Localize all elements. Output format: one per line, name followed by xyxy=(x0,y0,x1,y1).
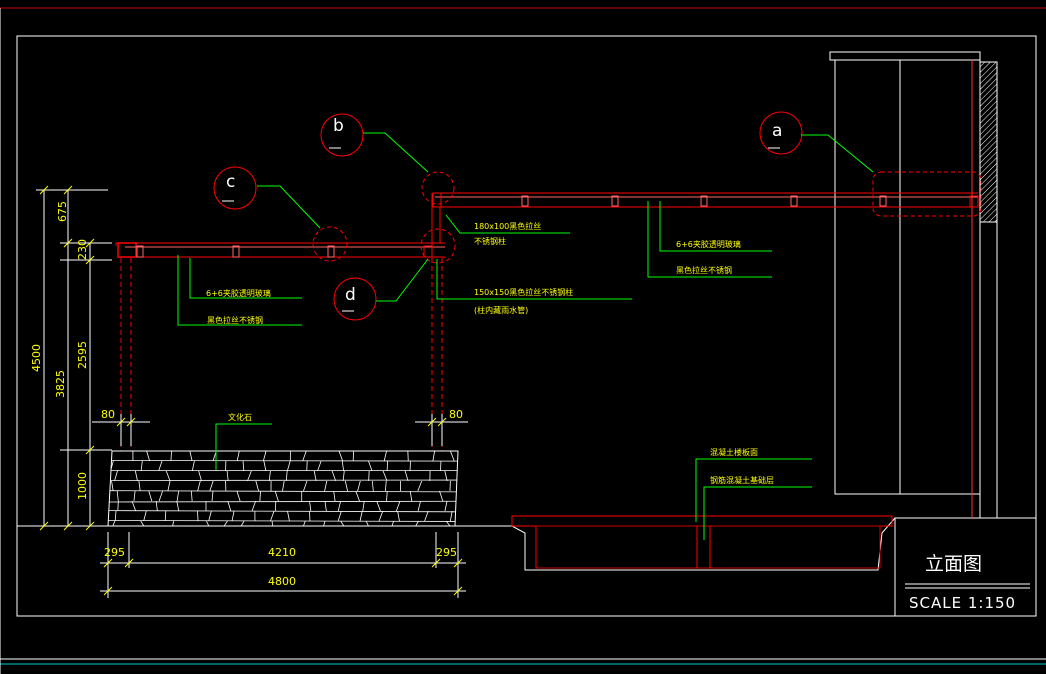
note-beam-mid-2: 不锈钢柱 xyxy=(474,236,506,246)
post-dimensions: 80 80 xyxy=(92,408,468,446)
note-glass-left: 6+6夹胶透明玻璃 xyxy=(206,288,271,298)
svg-text:b: b xyxy=(333,116,344,136)
detail-marker-b: b xyxy=(320,113,364,157)
dim-1000: 1000 xyxy=(76,472,89,500)
canopy-left xyxy=(115,193,445,258)
drawing-title: 立面图 xyxy=(925,553,982,575)
title-block: 立面图 SCALE 1:150 xyxy=(894,518,1030,616)
dim-post-right: 80 xyxy=(449,408,463,421)
detail-marker-c: c xyxy=(213,166,257,210)
dim-295-left: 295 xyxy=(104,546,125,559)
detail-marker-d: d xyxy=(333,277,377,321)
dim-230: 230 xyxy=(76,239,89,260)
building-wall xyxy=(829,51,998,518)
dim-2595: 2595 xyxy=(76,341,89,369)
sheet-border xyxy=(0,7,1046,674)
note-steel-left: 黑色拉丝不锈钢 xyxy=(207,315,263,325)
note-slab-1: 混凝土楼板面 xyxy=(710,447,758,457)
dim-4800: 4800 xyxy=(268,575,296,588)
steel-columns xyxy=(120,258,443,451)
note-beam-mid-1: 180x100黑色拉丝 xyxy=(474,221,541,231)
note-column-2: (柱内藏雨水管) xyxy=(474,305,528,315)
vertical-dimension-labels: 675 230 2595 1000 3825 4500 xyxy=(30,201,89,500)
annotations: 6+6夹胶透明玻璃 黑色拉丝不锈钢 180x100黑色拉丝 不锈钢柱 6+6夹胶… xyxy=(206,221,774,485)
canopy-right xyxy=(432,171,982,217)
vertical-dimensions xyxy=(36,185,112,531)
note-glass-right: 6+6夹胶透明玻璃 xyxy=(676,239,741,249)
svg-text:c: c xyxy=(226,172,235,192)
bottom-dimensions: 295 4210 295 4800 xyxy=(100,532,466,598)
cad-drawing-canvas: 立面图 SCALE 1:150 a b c d 6+6夹胶透明玻璃 黑色拉丝不锈… xyxy=(0,7,1046,674)
note-slab-2: 钢筋混凝土基础层 xyxy=(710,475,774,485)
note-column-1: 150x150黑色拉丝不锈钢柱 xyxy=(474,287,573,297)
detail-marker-a: a xyxy=(759,111,803,155)
dim-4500: 4500 xyxy=(30,344,43,372)
svg-text:a: a xyxy=(772,121,782,141)
note-stone: 文化石 xyxy=(228,412,252,422)
dim-4210: 4210 xyxy=(268,546,296,559)
drawing-scale: SCALE 1:150 xyxy=(909,594,1016,612)
dim-675: 675 xyxy=(56,201,69,222)
dim-post-left: 80 xyxy=(101,408,115,421)
note-steel-right: 黑色拉丝不锈钢 xyxy=(676,265,732,275)
stone-wall xyxy=(107,450,459,527)
dim-3825: 3825 xyxy=(54,370,67,398)
floor-slab xyxy=(511,515,893,569)
dim-295-right: 295 xyxy=(436,546,457,559)
svg-text:d: d xyxy=(345,285,356,305)
